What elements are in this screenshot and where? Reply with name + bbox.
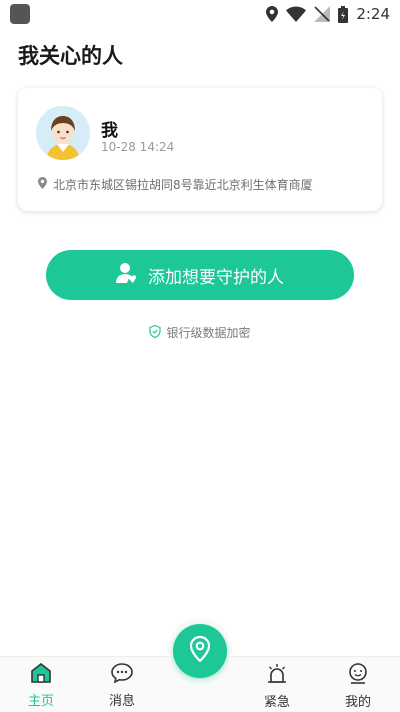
person-address: 北京市东城区锡拉胡同8号靠近北京利生体育商厦 (38, 176, 313, 193)
add-person-icon (116, 262, 140, 289)
location-pin-icon (189, 635, 211, 666)
nav-center-location-button[interactable] (173, 624, 227, 678)
encryption-note-text: 银行级数据加密 (166, 326, 251, 340)
wifi-icon (286, 6, 307, 22)
nav-label-home: 主页 (27, 694, 54, 709)
status-time: 2:24 (356, 5, 390, 23)
home-icon (30, 662, 52, 687)
nav-item-profile[interactable]: 我的 (328, 663, 388, 710)
nav-item-messages[interactable]: 消息 (92, 663, 152, 709)
person-address-text: 北京市东城区锡拉胡同8号靠近北京利生体育商厦 (53, 178, 313, 192)
person-update-time: 10-28 14:24 (101, 140, 175, 154)
location-pin-small-icon (38, 177, 47, 192)
signal-off-icon (314, 6, 331, 22)
nav-label-emergency: 紧急 (263, 695, 290, 710)
add-guardian-button[interactable]: 添加想要守护的人 (46, 250, 354, 300)
nav-label-profile: 我的 (344, 695, 371, 710)
status-icons: 2:24 (266, 5, 390, 23)
person-card[interactable]: 我 10-28 14:24 北京市东城区锡拉胡同8号靠近北京利生体育商厦 (18, 88, 382, 211)
encryption-note: 银行级数据加密 (0, 324, 400, 341)
avatar (36, 106, 90, 160)
alarm-icon (266, 663, 288, 688)
profile-icon (347, 663, 369, 688)
battery-icon (338, 5, 349, 23)
location-icon (266, 6, 279, 22)
nav-item-emergency[interactable]: 紧急 (247, 663, 307, 710)
shield-icon (149, 324, 162, 341)
app-notification-icon (10, 4, 30, 24)
person-name: 我 (101, 121, 118, 141)
message-icon (111, 663, 133, 687)
nav-item-home[interactable]: 主页 (11, 662, 71, 709)
status-bar: 2:24 (0, 0, 400, 28)
nav-label-messages: 消息 (108, 694, 135, 709)
page-title: 我关心的人 (18, 44, 123, 68)
add-guardian-label: 添加想要守护的人 (148, 267, 284, 288)
